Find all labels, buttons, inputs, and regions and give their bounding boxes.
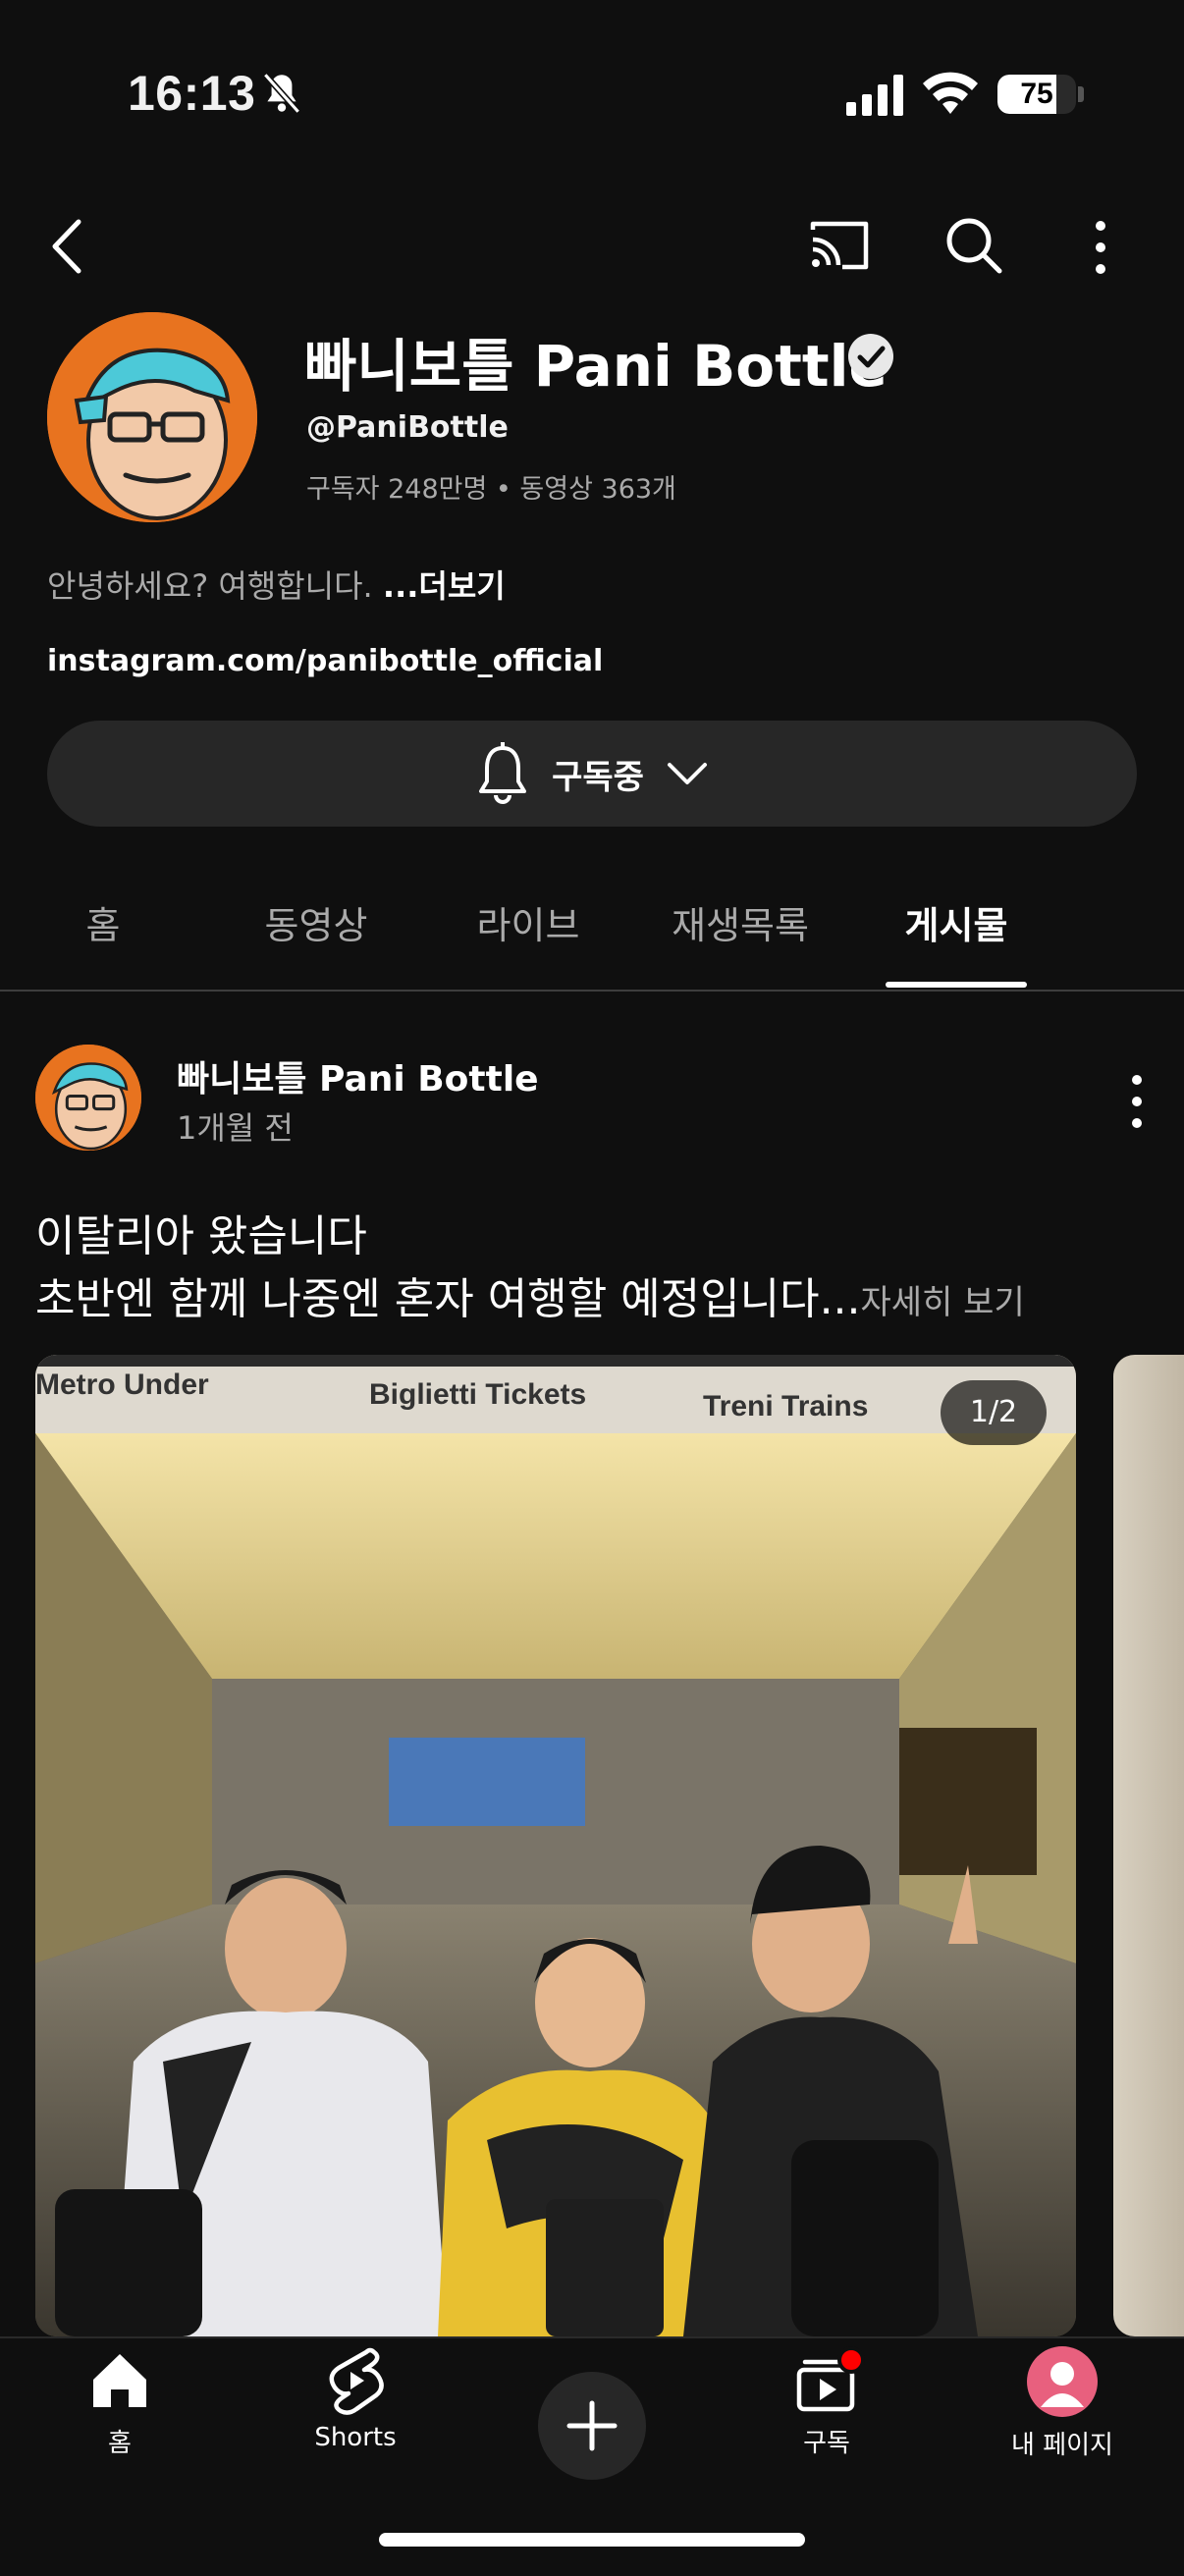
post-text-line2: 초반엔 함께 나중엔 혼자 여행할 예정입니다... [35, 1274, 861, 1324]
post-more-icon[interactable] [1125, 1072, 1149, 1131]
channel-stats: 구독자 248만명 • 동영상 363개 [306, 474, 676, 505]
channel-handle: @PaniBottle [306, 410, 509, 445]
subscribed-button[interactable]: 구독중 [47, 721, 1137, 827]
channel-name: 빠니보틀 Pani Bottle [304, 333, 888, 400]
subscriptions-icon [787, 2346, 866, 2415]
wifi-icon [923, 71, 978, 116]
post-text-line1: 이탈리아 왔습니다 [35, 1211, 367, 1261]
photo-sign-tickets: Biglietti Tickets [369, 1378, 586, 1411]
tab-posts[interactable]: 게시물 [858, 895, 1054, 949]
nav-home[interactable]: 홈 [22, 2346, 218, 2459]
tabs-divider [0, 990, 1184, 992]
battery-indicator: 75 [997, 75, 1076, 114]
tab-home[interactable]: 홈 [5, 895, 201, 949]
home-indicator[interactable] [379, 2533, 805, 2547]
post-timestamp: 1개월 전 [177, 1109, 294, 1147]
description-more-link[interactable]: ...더보기 [383, 567, 506, 605]
post-text[interactable]: 이탈리아 왔습니다 초반엔 함께 나중엔 혼자 여행할 예정입니다...자세히 … [35, 1206, 1025, 1334]
more-vert-icon[interactable] [1086, 218, 1115, 277]
battery-cap [1078, 86, 1084, 102]
tab-videos[interactable]: 동영상 [218, 895, 414, 949]
post-read-more[interactable]: 자세히 보기 [861, 1283, 1025, 1322]
photo-sign-metro: Metro Under [35, 1368, 209, 1401]
post-author-name[interactable]: 빠니보틀 Pani Bottle [177, 1050, 539, 1101]
add-icon [565, 2399, 619, 2452]
active-tab-indicator [886, 982, 1027, 988]
shorts-icon [321, 2346, 390, 2415]
tab-live[interactable]: 라이브 [430, 895, 626, 949]
channel-avatar[interactable] [47, 312, 257, 522]
profile-icon [1027, 2346, 1098, 2417]
home-icon [85, 2346, 154, 2415]
nav-profile[interactable]: 내 페이지 [964, 2346, 1160, 2461]
photo-sign-trains: Treni Trains [703, 1390, 868, 1422]
channel-link[interactable]: instagram.com/panibottle_official [47, 644, 603, 678]
nav-subscriptions[interactable]: 구독 [728, 2346, 925, 2459]
nav-home-label: 홈 [108, 2429, 132, 2458]
next-post-image-peek[interactable] [1113, 1355, 1184, 2336]
nav-shorts[interactable]: Shorts [257, 2346, 454, 2452]
verified-icon [848, 334, 893, 379]
mute-bell-icon [257, 69, 306, 118]
post-author-avatar[interactable] [35, 1045, 141, 1151]
bell-icon [475, 742, 530, 805]
search-icon[interactable] [942, 214, 1005, 277]
image-page-indicator: 1/2 [941, 1380, 1047, 1445]
nav-shorts-label: Shorts [314, 2423, 397, 2452]
post-image[interactable]: Metro Under Biglietti Tickets Treni Trai… [35, 1355, 1076, 2336]
battery-level: 75 [1020, 78, 1053, 110]
nav-subscriptions-label: 구독 [803, 2429, 850, 2458]
subscribed-label: 구독중 [552, 757, 644, 797]
tab-playlists[interactable]: 재생목록 [642, 895, 838, 949]
nav-profile-label: 내 페이지 [1011, 2431, 1113, 2460]
cellular-signal-icon [846, 75, 905, 116]
cast-icon[interactable] [807, 216, 872, 275]
back-arrow-icon[interactable] [43, 212, 92, 281]
channel-description[interactable]: 안녕하세요? 여행합니다. ...더보기 [47, 562, 506, 607]
chevron-down-icon [666, 759, 709, 788]
create-button[interactable] [538, 2372, 646, 2480]
description-text: 안녕하세요? 여행합니다. [47, 567, 373, 605]
status-time: 16:13 [128, 66, 256, 121]
